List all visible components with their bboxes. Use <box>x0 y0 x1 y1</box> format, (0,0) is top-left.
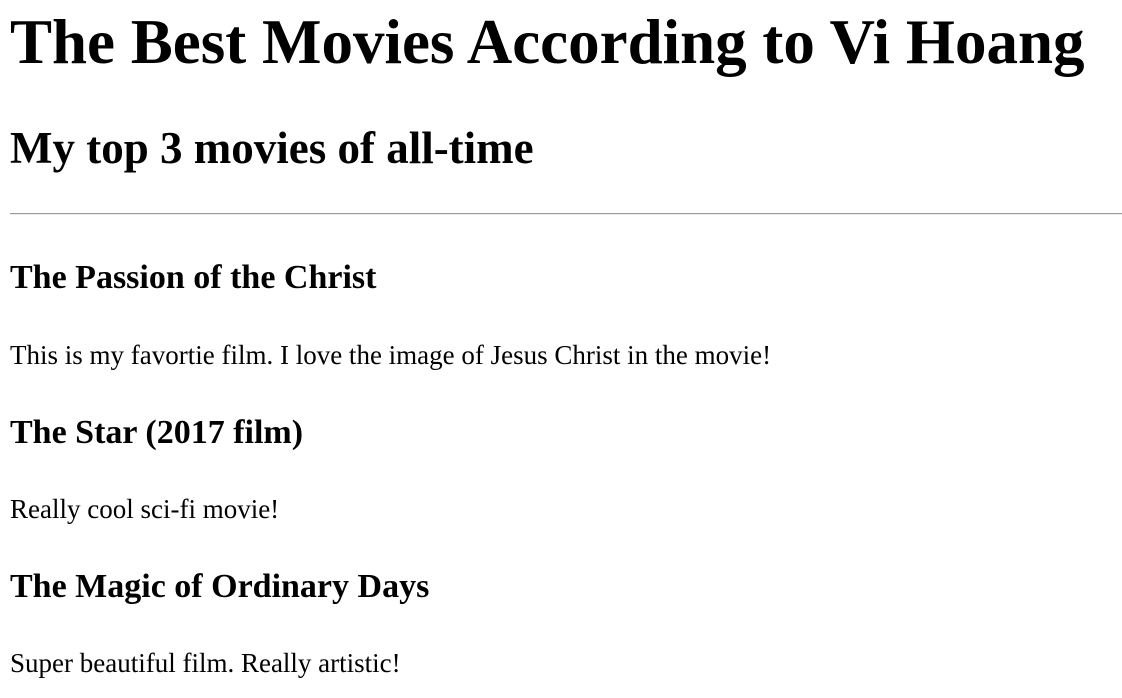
movie-description: Super beautiful film. Really artistic! <box>10 648 401 678</box>
page-subtitle: My top 3 movies of all-time <box>10 123 534 173</box>
movie-title: The Star (2017 film) <box>10 414 304 451</box>
movie-description: This is my favortie film. I love the ima… <box>10 340 772 370</box>
movie-description: Really cool sci-fi movie! <box>10 494 280 524</box>
movie-title: The Passion of the Christ <box>10 259 377 296</box>
movie-title: The Magic of Ordinary Days <box>10 568 430 605</box>
page-title: The Best Movies According to Vi Hoang <box>10 7 1085 77</box>
horizontal-divider <box>10 213 1122 215</box>
